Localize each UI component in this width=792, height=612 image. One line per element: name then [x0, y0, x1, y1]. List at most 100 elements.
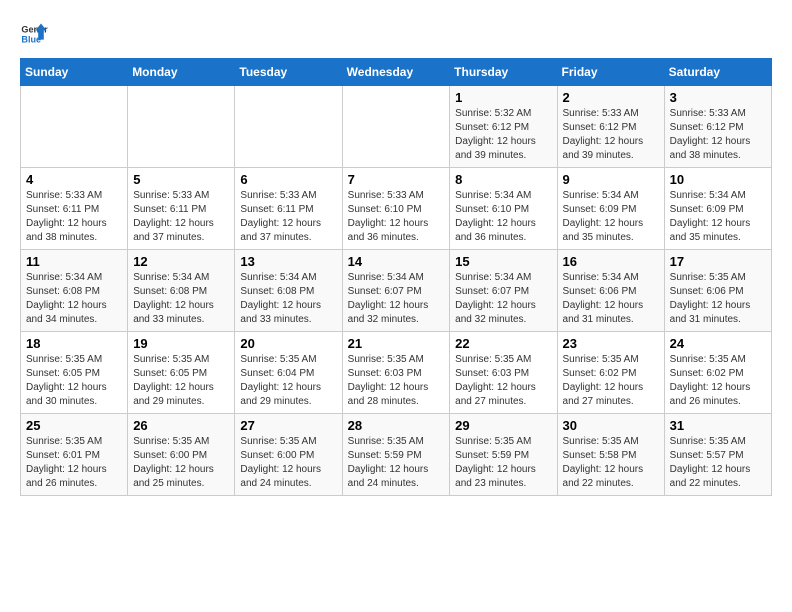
weekday-header-wednesday: Wednesday: [342, 59, 450, 86]
day-info: Sunrise: 5:34 AM Sunset: 6:08 PM Dayligh…: [133, 271, 229, 327]
day-number: 10: [670, 172, 766, 187]
day-info: Sunrise: 5:32 AM Sunset: 6:12 PM Dayligh…: [455, 107, 551, 163]
day-cell: 21 Sunrise: 5:35 AM Sunset: 6:03 PM Dayli…: [342, 332, 450, 414]
day-info: Sunrise: 5:35 AM Sunset: 5:59 PM Dayligh…: [455, 435, 551, 491]
week-row-4: 18Sunrise: 5:35 AM Sunset: 6:05 PM Dayli…: [21, 332, 772, 414]
day-cell: [235, 86, 342, 168]
day-cell: 5Sunrise: 5:33 AM Sunset: 6:11 PM Daylig…: [128, 168, 235, 250]
day-cell: [21, 86, 128, 168]
day-info: Sunrise: 5:35 AM Sunset: 6:05 PM Dayligh…: [26, 353, 122, 409]
day-cell: [128, 86, 235, 168]
weekday-header-friday: Friday: [557, 59, 664, 86]
day-number: 4: [26, 172, 122, 187]
day-info: Sunrise: 5:35 AM Sunset: 6:02 PM Dayligh…: [670, 353, 766, 409]
day-cell: 29 Sunrise: 5:35 AM Sunset: 5:59 PM Dayli…: [450, 414, 557, 496]
day-number: 6: [240, 172, 336, 187]
day-info: Sunrise: 5:35 AM Sunset: 6:05 PM Dayligh…: [133, 353, 229, 409]
day-info: Sunrise: 5:33 AM Sunset: 6:11 PM Dayligh…: [133, 189, 229, 245]
day-cell: 9Sunrise: 5:34 AM Sunset: 6:09 PM Daylig…: [557, 168, 664, 250]
day-number: 11: [26, 254, 122, 269]
logo-icon: General Blue: [20, 20, 48, 48]
day-number: 20: [240, 336, 336, 351]
day-number: 25: [26, 418, 122, 433]
day-cell: 14 Sunrise: 5:34 AM Sunset: 6:07 PM Dayli…: [342, 250, 450, 332]
day-cell: 19 Sunrise: 5:35 AM Sunset: 6:05 PM Dayli…: [128, 332, 235, 414]
weekday-header-monday: Monday: [128, 59, 235, 86]
day-cell: 25 Sunrise: 5:35 AM Sunset: 6:01 PM Dayli…: [21, 414, 128, 496]
day-info: Sunrise: 5:34 AM Sunset: 6:08 PM Dayligh…: [240, 271, 336, 327]
day-cell: 23 Sunrise: 5:35 AM Sunset: 6:02 PM Dayli…: [557, 332, 664, 414]
day-number: 22: [455, 336, 551, 351]
day-cell: 22 Sunrise: 5:35 AM Sunset: 6:03 PM Dayli…: [450, 332, 557, 414]
day-cell: 17Sunrise: 5:35 AM Sunset: 6:06 PM Dayli…: [664, 250, 771, 332]
weekday-header-saturday: Saturday: [664, 59, 771, 86]
day-number: 31: [670, 418, 766, 433]
day-info: Sunrise: 5:35 AM Sunset: 6:03 PM Dayligh…: [455, 353, 551, 409]
day-number: 28: [348, 418, 445, 433]
day-cell: [342, 86, 450, 168]
day-number: 21: [348, 336, 445, 351]
day-cell: 11 Sunrise: 5:34 AM Sunset: 6:08 PM Dayli…: [21, 250, 128, 332]
logo: General Blue: [20, 20, 48, 48]
day-number: 7: [348, 172, 445, 187]
day-number: 15: [455, 254, 551, 269]
week-row-2: 4 Sunrise: 5:33 AM Sunset: 6:11 PM Daylig…: [21, 168, 772, 250]
day-info: Sunrise: 5:35 AM Sunset: 6:02 PM Dayligh…: [563, 353, 659, 409]
day-cell: 4 Sunrise: 5:33 AM Sunset: 6:11 PM Daylig…: [21, 168, 128, 250]
day-number: 2: [563, 90, 659, 105]
day-number: 24: [670, 336, 766, 351]
day-info: Sunrise: 5:34 AM Sunset: 6:10 PM Dayligh…: [455, 189, 551, 245]
day-info: Sunrise: 5:34 AM Sunset: 6:08 PM Dayligh…: [26, 271, 122, 327]
day-number: 26: [133, 418, 229, 433]
day-info: Sunrise: 5:33 AM Sunset: 6:12 PM Dayligh…: [563, 107, 659, 163]
day-info: Sunrise: 5:35 AM Sunset: 6:00 PM Dayligh…: [133, 435, 229, 491]
day-number: 1: [455, 90, 551, 105]
day-cell: 2 Sunrise: 5:33 AM Sunset: 6:12 PM Daylig…: [557, 86, 664, 168]
weekday-header-tuesday: Tuesday: [235, 59, 342, 86]
day-info: Sunrise: 5:35 AM Sunset: 6:04 PM Dayligh…: [240, 353, 336, 409]
day-cell: 26 Sunrise: 5:35 AM Sunset: 6:00 PM Dayli…: [128, 414, 235, 496]
day-cell: 18Sunrise: 5:35 AM Sunset: 6:05 PM Dayli…: [21, 332, 128, 414]
day-number: 23: [563, 336, 659, 351]
day-number: 19: [133, 336, 229, 351]
day-info: Sunrise: 5:34 AM Sunset: 6:09 PM Dayligh…: [670, 189, 766, 245]
day-number: 8: [455, 172, 551, 187]
day-cell: 16Sunrise: 5:34 AM Sunset: 6:06 PM Dayli…: [557, 250, 664, 332]
day-cell: 3 Sunrise: 5:33 AM Sunset: 6:12 PM Daylig…: [664, 86, 771, 168]
day-number: 27: [240, 418, 336, 433]
day-number: 30: [563, 418, 659, 433]
day-info: Sunrise: 5:33 AM Sunset: 6:11 PM Dayligh…: [240, 189, 336, 245]
day-cell: 20 Sunrise: 5:35 AM Sunset: 6:04 PM Dayli…: [235, 332, 342, 414]
day-info: Sunrise: 5:35 AM Sunset: 6:01 PM Dayligh…: [26, 435, 122, 491]
day-cell: 31 Sunrise: 5:35 AM Sunset: 5:57 PM Dayli…: [664, 414, 771, 496]
day-info: Sunrise: 5:34 AM Sunset: 6:06 PM Dayligh…: [563, 271, 659, 327]
weekday-header-sunday: Sunday: [21, 59, 128, 86]
day-info: Sunrise: 5:33 AM Sunset: 6:12 PM Dayligh…: [670, 107, 766, 163]
day-info: Sunrise: 5:35 AM Sunset: 5:59 PM Dayligh…: [348, 435, 445, 491]
day-number: 3: [670, 90, 766, 105]
day-cell: 13Sunrise: 5:34 AM Sunset: 6:08 PM Dayli…: [235, 250, 342, 332]
day-cell: 12Sunrise: 5:34 AM Sunset: 6:08 PM Dayli…: [128, 250, 235, 332]
day-number: 14: [348, 254, 445, 269]
day-cell: 24 Sunrise: 5:35 AM Sunset: 6:02 PM Dayli…: [664, 332, 771, 414]
day-info: Sunrise: 5:33 AM Sunset: 6:10 PM Dayligh…: [348, 189, 445, 245]
svg-text:Blue: Blue: [21, 34, 41, 44]
day-number: 29: [455, 418, 551, 433]
day-cell: 10 Sunrise: 5:34 AM Sunset: 6:09 PM Dayli…: [664, 168, 771, 250]
week-row-5: 25 Sunrise: 5:35 AM Sunset: 6:01 PM Dayli…: [21, 414, 772, 496]
day-info: Sunrise: 5:34 AM Sunset: 6:07 PM Dayligh…: [348, 271, 445, 327]
page-header: General Blue: [20, 20, 772, 48]
day-info: Sunrise: 5:35 AM Sunset: 5:57 PM Dayligh…: [670, 435, 766, 491]
day-cell: 1 Sunrise: 5:32 AM Sunset: 6:12 PM Daylig…: [450, 86, 557, 168]
day-cell: 30 Sunrise: 5:35 AM Sunset: 5:58 PM Dayli…: [557, 414, 664, 496]
day-number: 9: [563, 172, 659, 187]
day-cell: 7 Sunrise: 5:33 AM Sunset: 6:10 PM Daylig…: [342, 168, 450, 250]
day-info: Sunrise: 5:35 AM Sunset: 5:58 PM Dayligh…: [563, 435, 659, 491]
week-row-3: 11 Sunrise: 5:34 AM Sunset: 6:08 PM Dayli…: [21, 250, 772, 332]
day-cell: 27Sunrise: 5:35 AM Sunset: 6:00 PM Dayli…: [235, 414, 342, 496]
day-info: Sunrise: 5:34 AM Sunset: 6:07 PM Dayligh…: [455, 271, 551, 327]
day-info: Sunrise: 5:33 AM Sunset: 6:11 PM Dayligh…: [26, 189, 122, 245]
day-info: Sunrise: 5:35 AM Sunset: 6:03 PM Dayligh…: [348, 353, 445, 409]
day-number: 17: [670, 254, 766, 269]
day-cell: 6 Sunrise: 5:33 AM Sunset: 6:11 PM Daylig…: [235, 168, 342, 250]
